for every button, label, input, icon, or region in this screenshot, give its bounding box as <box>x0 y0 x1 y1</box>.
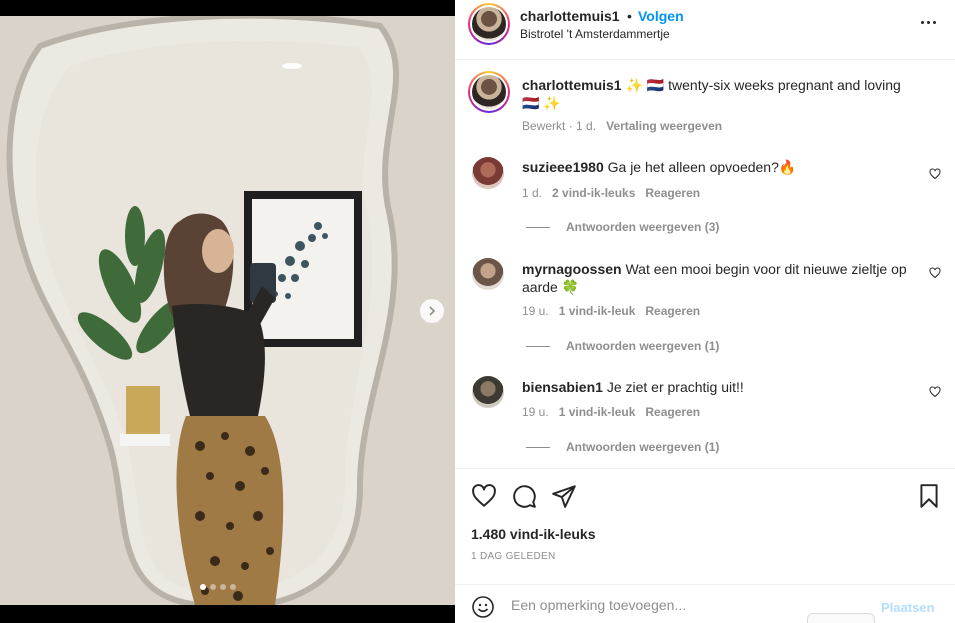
comment-likes[interactable]: 1 vind-ik-leuk <box>559 304 636 318</box>
commenter-avatar[interactable] <box>472 258 504 290</box>
add-comment-bar: Plaatsen <box>455 584 955 623</box>
author-avatar[interactable] <box>468 3 510 45</box>
floating-tab <box>807 613 875 623</box>
post-location[interactable]: Bistrotel 't Amsterdammertje <box>520 27 670 41</box>
post-photo <box>0 16 455 605</box>
comment-age: 1 d. <box>522 186 543 200</box>
comment-body: suzieee1980 Ga je het alleen opvoeden?🔥 <box>522 158 922 176</box>
caption-avatar[interactable] <box>468 71 510 113</box>
carousel-dot <box>200 584 206 590</box>
commenter-username[interactable]: suzieee1980 <box>522 159 604 175</box>
comment-age: 19 u. <box>522 405 549 419</box>
commenter-avatar[interactable] <box>472 157 504 189</box>
comment-age: 19 u. <box>522 304 549 318</box>
bookmark-icon[interactable] <box>916 483 942 509</box>
comment-text: Je ziet er prachtig uit!! <box>606 379 744 395</box>
heart-icon[interactable] <box>471 483 497 509</box>
comment-body: myrnagoossen Wat een mooi begin voor dit… <box>522 260 922 296</box>
carousel-dot <box>230 584 236 590</box>
caption-age: · 1 d. <box>568 119 597 133</box>
post-header: charlottemuis1 • Volgen Bistrotel 't Ams… <box>455 0 955 60</box>
emoji-icon[interactable] <box>471 595 495 619</box>
share-icon[interactable] <box>551 483 577 509</box>
carousel-dot <box>220 584 226 590</box>
reply-button[interactable]: Reageren <box>645 186 700 200</box>
comment-icon[interactable] <box>511 483 537 509</box>
caption-edited: Bewerkt <box>522 119 566 133</box>
carousel-dot <box>210 584 216 590</box>
view-replies-label: Antwoorden weergeven (3) <box>566 220 720 234</box>
replies-line <box>526 446 550 448</box>
author-username[interactable]: charlottemuis1 <box>520 8 620 24</box>
header-separator: • <box>627 8 632 24</box>
heart-icon[interactable] <box>929 168 941 180</box>
comment-likes[interactable]: 1 vind-ik-leuk <box>559 405 636 419</box>
commenter-username[interactable]: biensabien1 <box>522 379 603 395</box>
media-bottom-border <box>0 605 455 623</box>
follow-button[interactable]: Volgen <box>638 8 684 24</box>
replies-line <box>526 345 550 347</box>
post-date: 1 DAG GELEDEN <box>471 551 556 562</box>
post-media <box>0 0 455 623</box>
post-actions: 1.480 vind-ik-leuks 1 DAG GELEDEN <box>455 468 955 578</box>
reply-button[interactable]: Reageren <box>645 405 700 419</box>
view-replies-label: Antwoorden weergeven (1) <box>566 440 720 454</box>
caption-meta: Bewerkt · 1 d. Vertaling weergeven <box>522 119 722 133</box>
view-replies-button[interactable]: Antwoorden weergeven (1) <box>526 339 719 353</box>
comment-input[interactable] <box>511 597 871 613</box>
media-top-border <box>0 0 455 16</box>
chevron-right-icon <box>429 306 436 316</box>
photo-illustration <box>0 16 455 605</box>
heart-icon[interactable] <box>929 386 941 398</box>
post-caption: charlottemuis1 ✨ 🇳🇱 twenty-six weeks pre… <box>522 76 922 112</box>
view-replies-button[interactable]: Antwoorden weergeven (3) <box>526 220 719 234</box>
comment-body: biensabien1 Je ziet er prachtig uit!! <box>522 378 922 396</box>
commenter-username[interactable]: myrnagoossen <box>522 261 622 277</box>
more-options-icon[interactable] <box>917 12 939 32</box>
post-comment-button[interactable]: Plaatsen <box>881 600 934 615</box>
comment-likes[interactable]: 2 vind-ik-leuks <box>552 186 635 200</box>
heart-icon[interactable] <box>929 267 941 279</box>
caption-username[interactable]: charlottemuis1 <box>522 77 622 93</box>
comment-meta: 19 u. 1 vind-ik-leuk Reageren <box>522 304 700 318</box>
comment-meta: 1 d. 2 vind-ik-leuks Reageren <box>522 186 700 200</box>
commenter-avatar[interactable] <box>472 376 504 408</box>
see-translation-button[interactable]: Vertaling weergeven <box>606 119 722 133</box>
replies-line <box>526 226 550 228</box>
view-replies-label: Antwoorden weergeven (1) <box>566 339 720 353</box>
like-count[interactable]: 1.480 vind-ik-leuks <box>471 526 596 542</box>
post-details-panel: charlottemuis1 • Volgen Bistrotel 't Ams… <box>455 0 955 623</box>
comment-meta: 19 u. 1 vind-ik-leuk Reageren <box>522 405 700 419</box>
reply-button[interactable]: Reageren <box>645 304 700 318</box>
carousel-dots <box>200 584 236 590</box>
comment-text: Ga je het alleen opvoeden?🔥 <box>607 159 797 175</box>
view-replies-button[interactable]: Antwoorden weergeven (1) <box>526 440 719 454</box>
next-image-button[interactable] <box>420 299 444 323</box>
